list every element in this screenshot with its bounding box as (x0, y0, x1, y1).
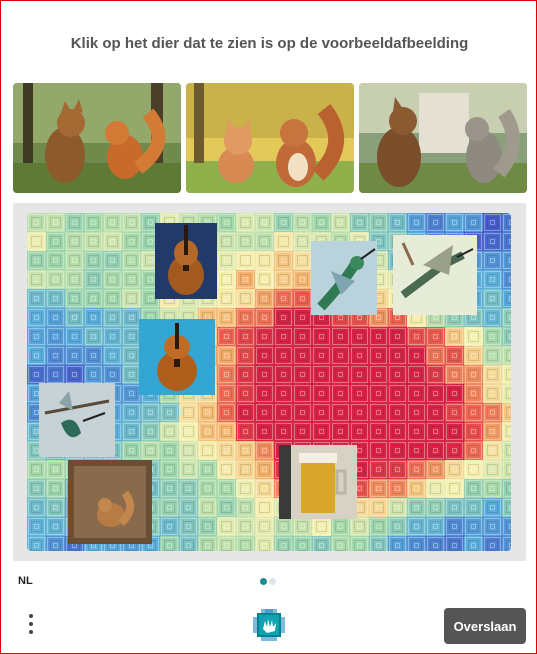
captcha-frame: Klik op het dier dat te zien is op de vo… (0, 0, 537, 654)
grid-image-squirrel-on-wood[interactable] (68, 460, 152, 544)
skip-button[interactable]: Overslaan (444, 608, 526, 644)
example-image-1 (13, 83, 181, 193)
grid-image-hummingbird[interactable] (311, 241, 377, 315)
challenge-grid[interactable] (27, 213, 511, 551)
grid-image-hummingbird-flying[interactable] (393, 235, 477, 315)
grid-image-hummingbird-branch[interactable] (39, 383, 115, 457)
language-selector[interactable]: NL (18, 575, 33, 587)
example-image-3 (359, 83, 527, 193)
grid-image-violin-closeup[interactable] (139, 319, 215, 395)
challenge-grid-area (13, 203, 526, 561)
grid-image-violin[interactable] (155, 223, 217, 299)
grid-image-beer-glass[interactable] (279, 445, 357, 519)
example-image-2 (186, 83, 354, 193)
more-vertical-icon[interactable] (25, 612, 37, 638)
page-indicator-active (260, 578, 267, 585)
hcaptcha-logo-icon[interactable] (253, 609, 286, 641)
page-indicator-inactive (269, 578, 276, 585)
challenge-prompt: Klik op het dier dat te zien is op de vo… (70, 35, 469, 52)
